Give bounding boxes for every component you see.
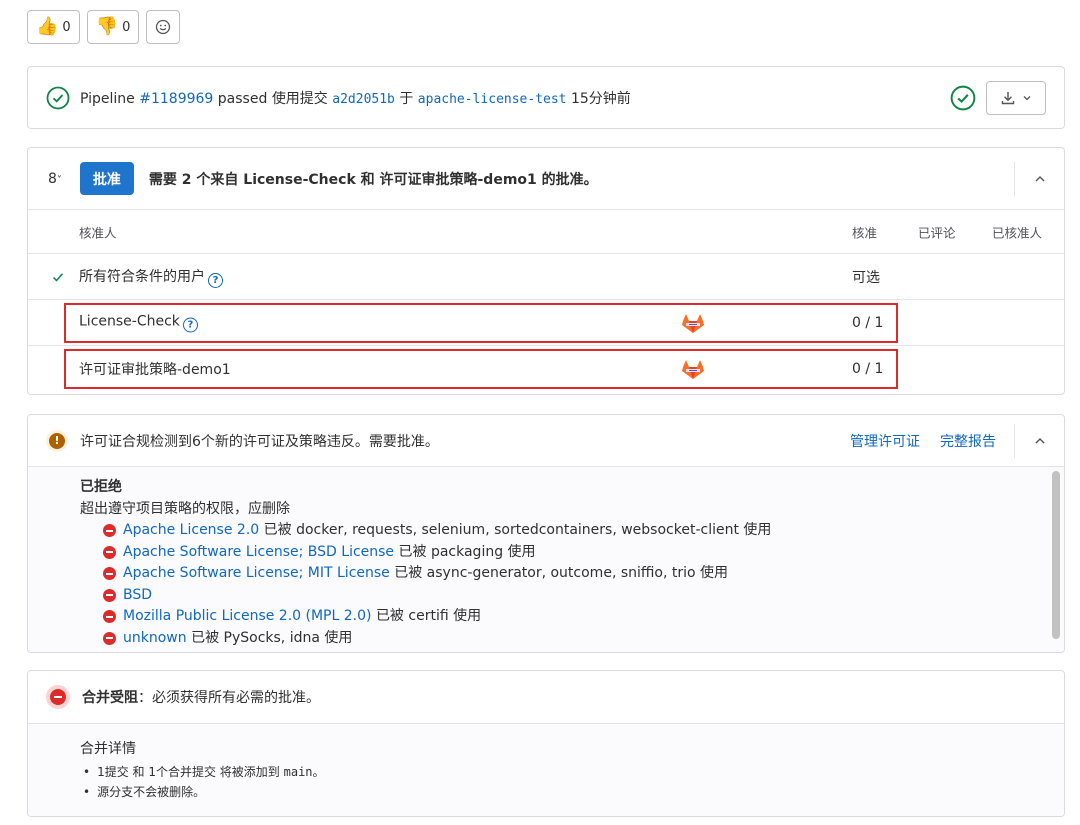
thumbs-up-icon: 👍: [36, 16, 59, 37]
denied-icon: [103, 610, 116, 623]
license-message: 许可证合规检测到6个新的许可证及策略违反。需要批准。: [80, 433, 439, 450]
full-report-link[interactable]: 完整报告: [940, 431, 996, 451]
thumbs-down-button[interactable]: 👎 0: [86, 10, 140, 44]
warning-icon: !: [46, 429, 68, 452]
denied-icon: [103, 524, 116, 537]
merge-detail-item: 源分支不会被删除。: [80, 782, 1012, 802]
rule-name: License-Check?: [79, 313, 198, 332]
tanuki-avatar-icon[interactable]: [680, 312, 706, 334]
deployment-status-icon[interactable]: [950, 85, 976, 111]
license-list-body[interactable]: 已拒绝 超出遵守项目策略的权限，应删除 Apache License 2.0 已…: [28, 467, 1064, 652]
chevron-down-icon: [1023, 95, 1031, 100]
license-link[interactable]: BSD: [123, 587, 152, 603]
collapse-approvals-button[interactable]: [1014, 162, 1064, 196]
check-icon: [52, 272, 64, 282]
add-reaction-button[interactable]: [146, 10, 181, 44]
license-item: BSD: [80, 585, 1012, 607]
thumbs-down-count: 0: [122, 19, 131, 35]
license-compliance-widget: ! 许可证合规检测到6个新的许可证及策略违反。需要批准。 管理许可证 完整报告 …: [27, 414, 1065, 653]
pipeline-status: passed: [217, 90, 268, 107]
merge-blocked-message: 合并受阻：必须获得所有必需的批准。: [82, 690, 320, 706]
approve-button[interactable]: 批准: [79, 162, 134, 195]
rule-approval-status: 0 / 1: [852, 361, 884, 377]
pipeline-widget: Pipeline #1189969 passed 使用提交 a2d2051b 于…: [27, 66, 1065, 129]
branch-link[interactable]: apache-license-test: [418, 92, 567, 107]
collapse-license-button[interactable]: [1014, 424, 1064, 458]
merge-blocked-icon: [46, 685, 70, 709]
header-commented: 已评论: [918, 225, 956, 240]
approval-rule-row: License-Check? 0 / 1: [28, 300, 1064, 346]
license-link[interactable]: Apache Software License; MIT License: [123, 565, 390, 581]
merge-detail-item: 1提交 和 1个合并提交 将被添加到 main。: [80, 762, 1012, 782]
tanuki-avatar-icon[interactable]: [680, 358, 706, 380]
rule-approval-status: 0 / 1: [852, 314, 884, 331]
license-item: Apache Software License; BSD License 已被 …: [80, 542, 1012, 564]
thumbs-up-count: 0: [62, 19, 71, 35]
approvals-message: 需要 2 个来自 License-Check 和 许可证审批策略-demo1 的…: [148, 171, 598, 188]
pipeline-time: 15分钟前: [570, 90, 631, 107]
reactions-bar: 👍 0 👎 0: [27, 10, 181, 44]
help-icon[interactable]: ?: [208, 272, 223, 288]
rule-name: 所有符合条件的用户?: [79, 266, 223, 288]
denied-icon: [103, 545, 116, 559]
license-link[interactable]: unknown: [123, 630, 187, 646]
license-link[interactable]: Apache License 2.0: [123, 522, 259, 538]
pipeline-id-link[interactable]: #1189969: [139, 91, 213, 107]
thumbs-down-icon: 👎: [95, 16, 119, 37]
license-link[interactable]: Apache Software License; BSD License: [123, 544, 394, 560]
download-icon: [1001, 91, 1015, 104]
denied-icon: [103, 588, 116, 602]
denied-icon: [103, 567, 116, 580]
pipeline-label: Pipeline: [80, 90, 135, 107]
download-artifacts-button[interactable]: [986, 80, 1046, 115]
smiley-icon: [156, 19, 171, 35]
via-commit-text: 使用提交: [271, 90, 328, 107]
denied-icon: [103, 631, 116, 645]
chevron-up-icon: [1035, 438, 1044, 444]
manage-licenses-link[interactable]: 管理许可证: [850, 431, 920, 451]
merge-status-widget: 合并受阻：必须获得所有必需的批准。 合并详情 1提交 和 1个合并提交 将被添加…: [27, 670, 1065, 817]
license-item: Apache Software License; MIT License 已被 …: [80, 563, 1012, 585]
license-item: Mozilla Public License 2.0 (MPL 2.0) 已被 …: [80, 606, 1012, 628]
help-icon[interactable]: ?: [182, 317, 198, 332]
header-approvers: 核准人: [79, 225, 117, 240]
approval-rule-row: 所有符合条件的用户? 可选: [28, 254, 1064, 300]
header-approve: 核准: [852, 225, 878, 240]
license-item: Apache License 2.0 已被 docker, requests, …: [80, 520, 1012, 542]
thumbs-up-button[interactable]: 👍 0: [27, 10, 80, 44]
pipeline-passed-icon[interactable]: [46, 86, 70, 110]
rule-name: 许可证审批策略-demo1: [79, 362, 231, 378]
scrollbar[interactable]: [1052, 471, 1060, 639]
approval-rule-row: 许可证审批策略-demo1 0 / 1: [28, 346, 1064, 392]
approvals-count: 8˅: [48, 170, 62, 187]
denied-description: 超出遵守项目策略的权限，应删除: [80, 500, 290, 517]
approvals-table-header: 核准人 核准 已评论 已核准人: [28, 210, 1064, 254]
merge-details-title: 合并详情: [80, 741, 136, 757]
on-text: 于: [399, 90, 414, 107]
target-branch: main: [283, 765, 313, 779]
commit-sha-link[interactable]: a2d2051b: [332, 92, 395, 107]
denied-title: 已拒绝: [80, 479, 122, 495]
pipeline-status-text: Pipeline #1189969 passed 使用提交 a2d2051b 于…: [80, 88, 631, 108]
license-link[interactable]: Mozilla Public License 2.0 (MPL 2.0): [123, 608, 371, 624]
approvals-widget: 8˅ 批准 需要 2 个来自 License-Check 和 许可证审批策略-d…: [27, 147, 1065, 395]
license-item: unknown 已被 PySocks, idna 使用: [80, 628, 1012, 650]
rule-approval-status: 可选: [852, 269, 880, 286]
chevron-up-icon: [1035, 176, 1044, 182]
header-approved-by: 已核准人: [992, 225, 1043, 240]
